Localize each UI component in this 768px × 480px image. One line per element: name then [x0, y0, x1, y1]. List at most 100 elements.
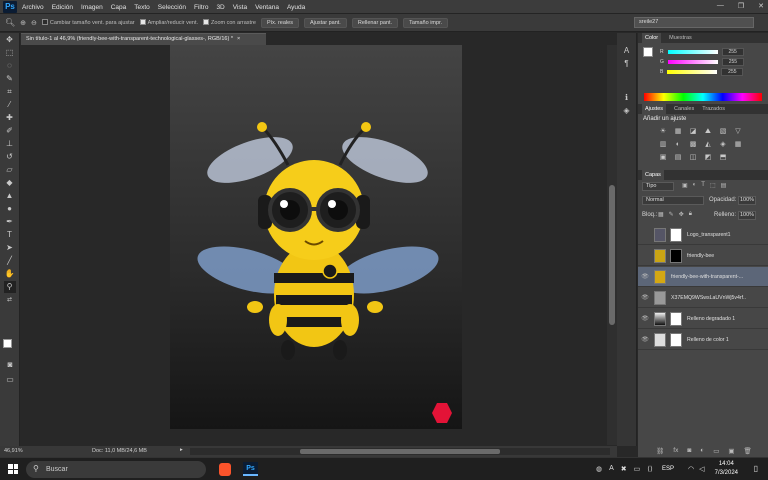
quick-select-tool-icon[interactable]: ✎ — [4, 73, 16, 85]
posterize-icon[interactable]: ▤ — [673, 153, 683, 162]
vertical-scroll-thumb[interactable] — [609, 185, 615, 325]
channel-mixer-icon[interactable]: ◈ — [718, 140, 728, 149]
maximize-button[interactable]: ❐ — [738, 2, 744, 10]
photo-filter-icon[interactable]: ◭ — [703, 140, 713, 149]
healing-tool-icon[interactable]: ✚ — [4, 112, 16, 124]
battery-icon[interactable]: ▭ — [634, 465, 641, 473]
status-arrow-icon[interactable]: ▸ — [180, 447, 183, 453]
stamp-tool-icon[interactable]: ⊥ — [4, 138, 16, 150]
layer-style-icon[interactable]: fx — [673, 447, 678, 455]
screen-mode-icon[interactable]: ▭ — [4, 374, 16, 386]
visibility-eye-icon[interactable]: 👁︎ — [638, 336, 652, 343]
menu-ayuda[interactable]: Ayuda — [287, 4, 305, 11]
hdr-icon[interactable]: ⟨⟩ — [647, 465, 652, 473]
type-filter-icon[interactable]: T — [701, 182, 705, 189]
actual-pixels-button[interactable]: Píx. reales — [260, 17, 299, 28]
tab-paths[interactable]: Trazados — [702, 104, 725, 114]
line-tool-icon[interactable]: ╱ — [4, 255, 16, 267]
menu-archivo[interactable]: Archivo — [22, 4, 44, 11]
history-brush-icon[interactable]: ↺ — [4, 151, 16, 163]
shape-filter-icon[interactable]: ⬚ — [710, 182, 716, 189]
menu-imagen[interactable]: Imagen — [81, 4, 103, 11]
document-canvas[interactable] — [170, 45, 462, 429]
minimize-button[interactable]: — — [717, 2, 724, 10]
fill-input[interactable]: 100% — [738, 211, 756, 220]
vertical-scrollbar[interactable] — [607, 45, 617, 445]
lock-pixels-icon[interactable]: ▦ — [658, 211, 664, 218]
wifi-icon[interactable]: ◠ — [688, 465, 694, 473]
paragraph-panel-icon[interactable]: ¶ — [621, 58, 633, 70]
menu-3d[interactable]: 3D — [216, 4, 224, 11]
hue-sat-icon[interactable]: ▥ — [658, 140, 668, 149]
quick-mask-icon[interactable]: ◙ — [4, 359, 16, 371]
menu-vista[interactable]: Vista — [233, 4, 247, 11]
zoom-in-icon[interactable]: ⊕ — [20, 19, 26, 27]
lock-all-icon[interactable]: 🔒︎ — [689, 211, 692, 218]
photoshop-taskbar-icon[interactable]: Ps — [243, 462, 258, 476]
layer-row-selected[interactable]: 👁︎ friendly-bee-with-transparent-... — [638, 267, 768, 287]
new-layer-icon[interactable]: ▣ — [728, 447, 734, 455]
brave-browser-icon[interactable] — [219, 463, 231, 476]
levels-icon[interactable]: ▦ — [673, 127, 683, 136]
black-white-icon[interactable]: ▩ — [688, 140, 698, 149]
menu-seleccion[interactable]: Selección — [158, 4, 186, 11]
link-layers-icon[interactable]: ⛓ — [656, 447, 664, 455]
gradient-map-icon[interactable]: ◩ — [703, 153, 713, 162]
windows-start-icon[interactable] — [8, 464, 18, 474]
vibrance-icon[interactable]: ▧ — [718, 127, 728, 136]
volume-icon[interactable]: ◁ — [699, 465, 704, 473]
zoom-all-windows-checkbox[interactable]: Ampliar/reducir vent. — [139, 19, 198, 26]
brush-tool-icon[interactable]: ✐ — [4, 125, 16, 137]
input-language[interactable]: ESP — [662, 466, 674, 472]
foreground-swatch[interactable] — [643, 47, 653, 57]
notifications-icon[interactable]: ▯ — [754, 464, 758, 473]
tab-layers[interactable]: Capas — [642, 170, 664, 180]
color-ramp[interactable] — [644, 93, 762, 101]
opacity-input[interactable]: 100% — [738, 196, 756, 205]
tab-adjustments[interactable]: Ajustes — [642, 104, 667, 114]
scrubby-zoom-checkbox[interactable]: Zoom con arrastre — [203, 19, 256, 26]
swap-colors-icon[interactable]: ⇄ — [4, 294, 16, 306]
close-button[interactable]: ✕ — [758, 2, 764, 10]
blue-slider[interactable]: B 255 — [638, 67, 768, 77]
visibility-eye-icon[interactable]: 👁︎ — [638, 294, 652, 301]
add-mask-icon[interactable]: ◙ — [687, 447, 691, 455]
taskbar-search[interactable]: Buscar — [26, 461, 206, 478]
properties-panel-icon[interactable]: ℹ — [621, 92, 633, 104]
horizontal-scroll-thumb[interactable] — [300, 449, 500, 454]
smart-filter-icon[interactable]: ▤ — [721, 182, 727, 189]
3d-panel-icon[interactable]: ◈ — [621, 105, 633, 117]
fill-screen-button[interactable]: Rellenar pant. — [351, 17, 399, 28]
delete-layer-icon[interactable]: 🗑︎ — [744, 447, 752, 455]
menu-capa[interactable]: Capa — [111, 4, 127, 11]
new-group-icon[interactable]: ▭ — [713, 447, 719, 455]
curves-icon[interactable]: ◪ — [688, 127, 698, 136]
gradient-triangle-icon[interactable]: ▽ — [733, 127, 743, 136]
globe-icon[interactable]: ◍ — [596, 465, 602, 473]
document-tab[interactable]: Sin título-1 al 46,9% (friendly-bee-with… — [21, 33, 266, 45]
green-slider[interactable]: G 255 — [638, 57, 768, 67]
menu-ventana[interactable]: Ventana — [255, 4, 279, 11]
layer-row[interactable]: 👁︎ Relleno de color 1 — [638, 330, 768, 350]
menu-filtro[interactable]: Filtro — [194, 4, 208, 11]
antivirus-icon[interactable]: ✖ — [621, 465, 627, 473]
layer-row[interactable]: 👁︎ Relleno degradado 1 — [638, 309, 768, 329]
selective-color-icon[interactable]: ⬒ — [718, 153, 728, 162]
zoom-level[interactable]: 46,91% — [4, 448, 23, 454]
red-slider[interactable]: R 255 — [638, 47, 768, 57]
tab-channels[interactable]: Canales — [674, 104, 694, 114]
tab-color[interactable]: Color — [642, 33, 662, 43]
zoom-tool-icon[interactable]: ⚲ — [3, 281, 16, 293]
type-tool-icon[interactable]: T — [4, 229, 16, 241]
foreground-color[interactable] — [3, 339, 12, 348]
new-adjustment-icon[interactable]: ◐ — [700, 447, 704, 455]
lock-position-icon[interactable]: ✥ — [679, 211, 684, 218]
pixel-filter-icon[interactable]: ▣ — [682, 182, 688, 189]
layer-kind-filter[interactable]: Tipo — [642, 182, 674, 191]
workspace-select[interactable]: sreile27 — [634, 17, 754, 28]
close-doc-icon[interactable]: × — [237, 36, 240, 42]
exposure-icon[interactable]: ⛰ — [703, 127, 713, 136]
move-tool-icon[interactable]: ✥ — [4, 34, 16, 46]
threshold-icon[interactable]: ◫ — [688, 153, 698, 162]
color-lookup-icon[interactable]: ▦ — [733, 140, 743, 149]
